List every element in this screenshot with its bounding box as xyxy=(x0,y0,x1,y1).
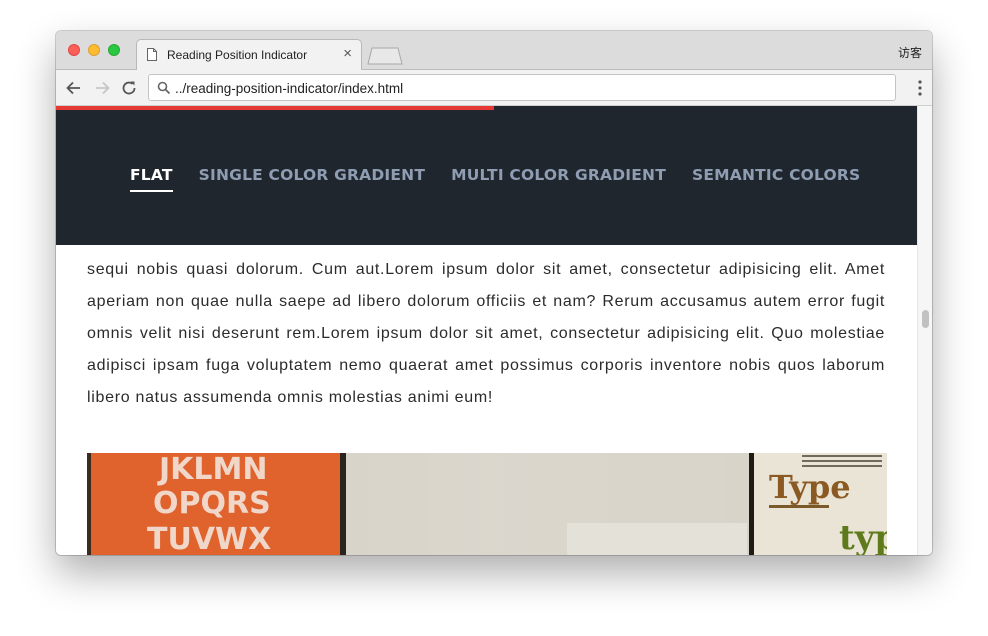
forward-arrow-icon[interactable] xyxy=(93,79,111,97)
url-text[interactable]: ../reading-position-indicator/index.html xyxy=(175,81,403,96)
browser-window: Reading Position Indicator × 访客 ../readi… xyxy=(56,31,932,555)
tab-close-icon[interactable]: × xyxy=(343,46,352,62)
photo-book-title-2: typ xyxy=(839,518,887,555)
poster-letters-2: OPQRS xyxy=(153,486,271,521)
reload-icon[interactable] xyxy=(120,79,138,97)
poster-letters-1: JKLMN xyxy=(157,453,268,487)
site-header: FLAT SINGLE COLOR GRADIENT MULTI COLOR G… xyxy=(56,106,917,245)
paragraph-text: sequi nobis quasi dolorum. Cum aut.Lorem… xyxy=(87,261,885,406)
reading-progress-bar xyxy=(56,106,494,110)
photo-book-title: Type xyxy=(769,468,851,506)
maximize-window-button[interactable] xyxy=(108,44,120,56)
more-menu-icon[interactable] xyxy=(918,80,922,96)
article-photo: JKLMN OPQRS TUVWX Type typ xyxy=(87,453,887,555)
nav-item-single-color-gradient[interactable]: SINGLE COLOR GRADIENT xyxy=(199,166,426,192)
page-scrollbar[interactable] xyxy=(917,106,932,555)
search-icon xyxy=(157,81,171,95)
nav-item-semantic-colors[interactable]: SEMANTIC COLORS xyxy=(692,166,860,192)
main-nav: FLAT SINGLE COLOR GRADIENT MULTI COLOR G… xyxy=(130,166,860,192)
back-arrow-icon[interactable] xyxy=(65,79,83,97)
nav-item-flat[interactable]: FLAT xyxy=(130,166,173,192)
minimize-window-button[interactable] xyxy=(88,44,100,56)
poster-letters-3: TUVWX xyxy=(147,522,271,555)
article-paragraph: sequi nobis quasi dolorum. Cum aut.Lorem… xyxy=(87,254,885,414)
tab-title: Reading Position Indicator xyxy=(167,48,308,62)
photo-illustration: JKLMN OPQRS TUVWX Type typ xyxy=(87,453,887,555)
document-icon xyxy=(147,48,157,61)
browser-tab[interactable]: Reading Position Indicator × xyxy=(136,39,362,70)
profile-label[interactable]: 访客 xyxy=(898,44,922,61)
scrollbar-thumb[interactable] xyxy=(922,310,929,328)
nav-item-multi-color-gradient[interactable]: MULTI COLOR GRADIENT xyxy=(451,166,666,192)
tab-bar: Reading Position Indicator × 访客 xyxy=(56,31,932,70)
browser-toolbar: ../reading-position-indicator/index.html xyxy=(56,70,932,106)
address-bar[interactable]: ../reading-position-indicator/index.html xyxy=(148,74,896,101)
close-window-button[interactable] xyxy=(68,44,80,56)
new-tab-button[interactable] xyxy=(367,47,403,65)
page-viewport: FLAT SINGLE COLOR GRADIENT MULTI COLOR G… xyxy=(56,106,932,555)
